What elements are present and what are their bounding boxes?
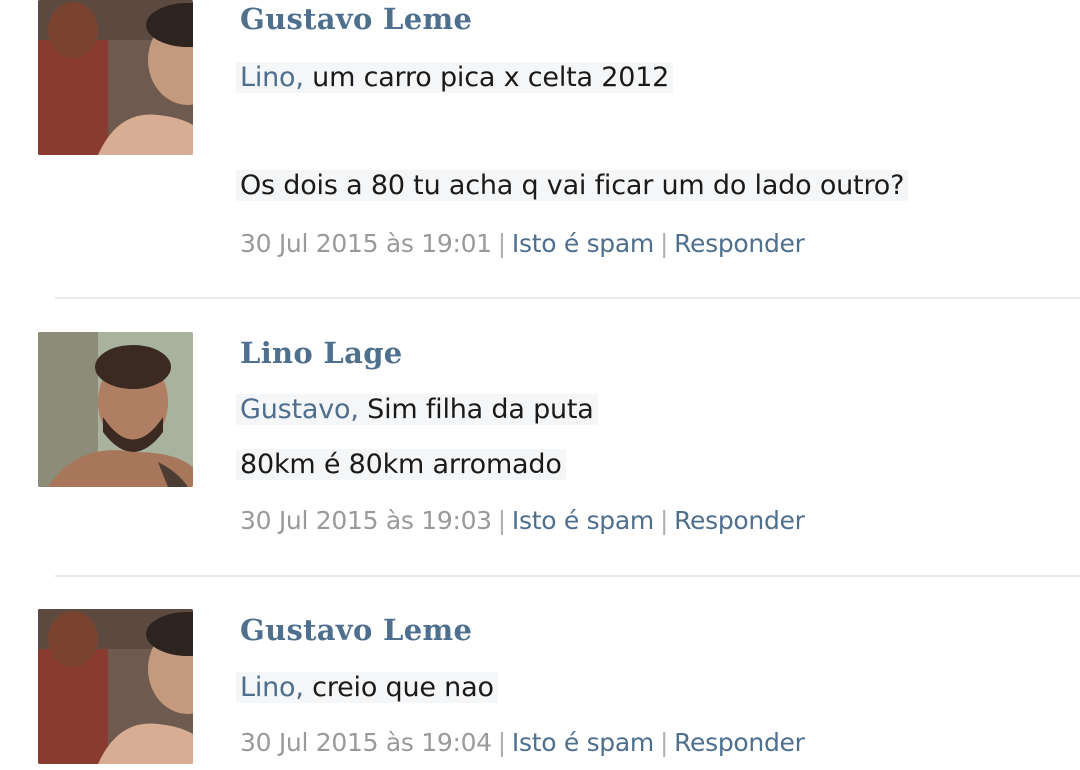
comment-text-line: Os dois a 80 tu acha q vai ficar um do l…	[236, 170, 909, 201]
mention-link[interactable]: Lino	[240, 62, 296, 93]
comment-text-line: Lino, um carro pica x celta 2012	[236, 62, 674, 93]
reply-link[interactable]: Responder	[674, 728, 805, 757]
comment-author[interactable]: Lino Lage	[240, 336, 403, 370]
spam-link[interactable]: Isto é spam	[512, 229, 654, 258]
comment-timestamp: 30 Jul 2015 às 19:04	[240, 728, 492, 757]
spam-link[interactable]: Isto é spam	[512, 728, 654, 757]
reply-link[interactable]: Responder	[674, 506, 805, 535]
comment-text-line: Lino, creio que nao	[236, 672, 498, 703]
comment-timestamp: 30 Jul 2015 às 19:03	[240, 506, 492, 535]
divider	[55, 575, 1080, 577]
comment-item: Lino Lage Gustavo, Sim filha da puta 80k…	[0, 300, 1080, 580]
comment-text-line: Gustavo, Sim filha da puta	[236, 394, 598, 425]
comment-timestamp: 30 Jul 2015 às 19:01	[240, 229, 492, 258]
reply-link[interactable]: Responder	[674, 229, 805, 258]
spam-link[interactable]: Isto é spam	[512, 506, 654, 535]
avatar[interactable]	[38, 609, 193, 764]
comment-author[interactable]: Gustavo Leme	[240, 2, 472, 36]
comment-meta: 30 Jul 2015 às 19:03 | Isto é spam | Respond…	[240, 506, 805, 535]
divider	[55, 297, 1080, 299]
avatar[interactable]	[38, 0, 193, 155]
comment-item: Gustavo Leme Lino, um carro pica x celta…	[0, 0, 1080, 300]
comment-meta: 30 Jul 2015 às 19:01 | Isto é spam | Respond…	[240, 229, 805, 258]
mention-link[interactable]: Lino	[240, 672, 296, 703]
avatar[interactable]	[38, 332, 193, 487]
mention-link[interactable]: Gustavo	[240, 394, 351, 425]
comment-text-line: 80km é 80km arromado	[236, 449, 566, 480]
comment-author[interactable]: Gustavo Leme	[240, 613, 472, 647]
comment-meta: 30 Jul 2015 às 19:04 | Isto é spam | Respond…	[240, 728, 805, 757]
comment-item: Gustavo Leme Lino, creio que nao 30 Jul …	[0, 578, 1080, 770]
